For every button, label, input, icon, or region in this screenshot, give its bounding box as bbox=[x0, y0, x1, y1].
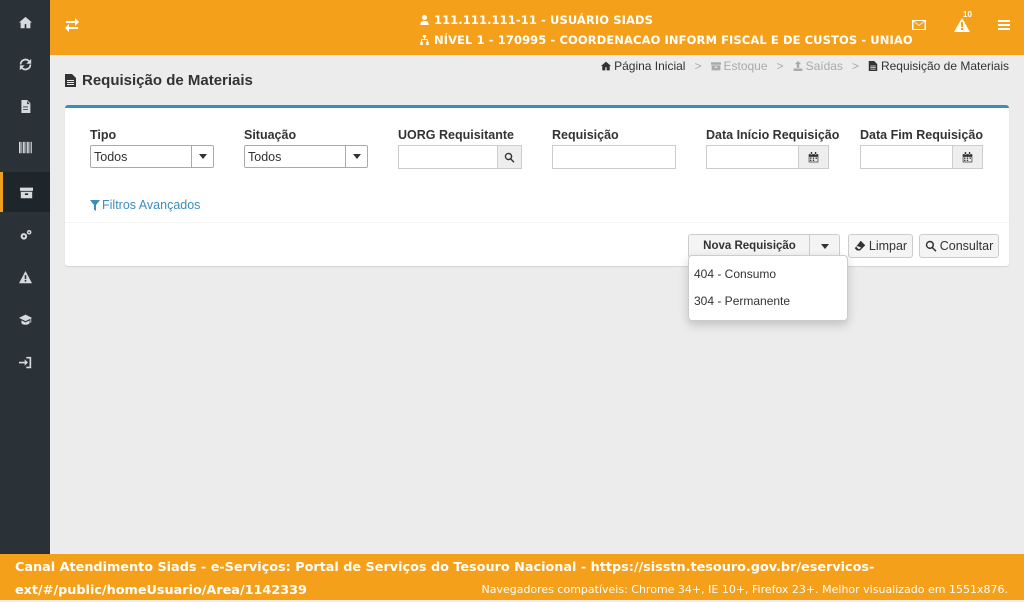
archive-icon bbox=[20, 187, 33, 198]
envelope-icon[interactable] bbox=[911, 17, 927, 33]
breadcrumb-current-label: Requisição de Materiais bbox=[880, 59, 1009, 73]
consultar-button[interactable]: Consultar bbox=[919, 234, 999, 258]
file-icon bbox=[65, 74, 76, 87]
sidebar bbox=[0, 0, 50, 554]
data-fim-calendar-button[interactable] bbox=[953, 145, 983, 169]
filter-icon bbox=[90, 199, 100, 211]
search-icon bbox=[925, 240, 937, 252]
data-fim-input[interactable] bbox=[860, 145, 953, 169]
sidebar-item-barcode[interactable] bbox=[0, 127, 50, 167]
cogs-icon bbox=[20, 229, 31, 240]
warning-icon bbox=[18, 270, 32, 283]
data-inicio-calendar-button[interactable] bbox=[799, 145, 829, 169]
sidebar-item-alerts[interactable] bbox=[0, 257, 50, 297]
sidebar-item-document[interactable] bbox=[0, 86, 50, 126]
requisicao-input[interactable] bbox=[552, 145, 676, 169]
home-icon bbox=[601, 61, 612, 71]
tipo-field: Tipo Todos bbox=[90, 128, 214, 168]
breadcrumb: Página Inicial > Estoque > Saídas > Requ… bbox=[601, 59, 1009, 73]
data-fim-field: Data Fim Requisição bbox=[860, 128, 983, 169]
filter-panel: Tipo Todos Situação Todos UORG Requisita… bbox=[65, 105, 1009, 266]
situacao-label: Situação bbox=[244, 128, 297, 142]
sidebar-item-logout[interactable] bbox=[0, 342, 50, 382]
limpar-label: Limpar bbox=[868, 239, 908, 253]
barcode-icon bbox=[18, 141, 32, 153]
refresh-icon bbox=[19, 58, 31, 70]
nova-requisicao-menu: 404 - Consumo 304 - Permanente bbox=[688, 255, 848, 321]
breadcrumb-home[interactable]: Página Inicial bbox=[601, 59, 685, 73]
user-name: 111.111.111-11 - USUÁRIO SIADS bbox=[434, 13, 654, 27]
breadcrumb-estoque[interactable]: Estoque bbox=[710, 59, 768, 73]
breadcrumb-saidas-label: Saídas bbox=[805, 59, 843, 73]
nova-requisicao-label: Nova Requisição bbox=[703, 240, 796, 252]
sitemap-icon bbox=[420, 35, 429, 45]
user-unit: NÍVEL 1 - 170995 - COORDENACAO INFORM FI… bbox=[434, 33, 913, 47]
footer: Canal Atendimento Siads - e-Serviços: Po… bbox=[0, 554, 1024, 600]
situacao-value: Todos bbox=[248, 150, 282, 164]
tipo-value: Todos bbox=[94, 150, 128, 164]
situacao-select[interactable]: Todos bbox=[244, 145, 368, 168]
file-icon bbox=[20, 99, 30, 113]
menu-item-consumo[interactable]: 404 - Consumo bbox=[694, 267, 776, 281]
advanced-filters-label: Filtros Avançados bbox=[102, 198, 201, 212]
consultar-label: Consultar bbox=[939, 239, 994, 253]
sign-in-icon bbox=[18, 356, 31, 368]
data-inicio-label: Data Início Requisição bbox=[706, 128, 840, 142]
situacao-field: Situação Todos bbox=[244, 128, 368, 168]
breadcrumb-separator: > bbox=[694, 59, 702, 73]
breadcrumb-separator: > bbox=[776, 59, 784, 73]
data-fim-label: Data Fim Requisição bbox=[860, 128, 983, 142]
sidebar-item-home[interactable] bbox=[0, 2, 50, 42]
exchange-icon[interactable] bbox=[64, 17, 80, 33]
calendar-icon bbox=[808, 151, 819, 162]
chevron-down-icon bbox=[345, 146, 367, 167]
home-icon bbox=[18, 16, 32, 28]
eraser-icon bbox=[854, 240, 866, 251]
sidebar-item-refresh[interactable] bbox=[0, 44, 50, 84]
sidebar-item-settings[interactable] bbox=[0, 215, 50, 255]
user-info: 111.111.111-11 - USUÁRIO SIADS NÍVEL 1 -… bbox=[420, 10, 913, 50]
sidebar-item-training[interactable] bbox=[0, 299, 50, 339]
breadcrumb-separator: > bbox=[851, 59, 859, 73]
warning-icon[interactable] bbox=[954, 17, 970, 33]
tipo-label: Tipo bbox=[90, 128, 117, 142]
limpar-button[interactable]: Limpar bbox=[848, 234, 913, 258]
search-icon bbox=[504, 152, 515, 163]
calendar-icon bbox=[962, 151, 973, 162]
tipo-select[interactable]: Todos bbox=[90, 145, 214, 168]
uorg-input[interactable] bbox=[398, 145, 498, 169]
uorg-field: UORG Requisitante bbox=[398, 128, 522, 169]
menu-icon[interactable] bbox=[996, 17, 1012, 33]
archive-icon bbox=[710, 62, 721, 71]
file-icon bbox=[868, 61, 878, 71]
page-title: Requisição de Materiais bbox=[65, 72, 253, 89]
breadcrumb-home-label: Página Inicial bbox=[614, 59, 686, 73]
uorg-label: UORG Requisitante bbox=[398, 128, 514, 142]
data-inicio-field: Data Início Requisição bbox=[706, 128, 839, 169]
upload-icon bbox=[793, 61, 802, 71]
uorg-search-button[interactable] bbox=[498, 145, 522, 169]
breadcrumb-current: Requisição de Materiais bbox=[868, 59, 1009, 73]
data-inicio-input[interactable] bbox=[706, 145, 799, 169]
breadcrumb-saidas[interactable]: Saídas bbox=[793, 59, 843, 73]
content-area: Requisição de Materiais Página Inicial >… bbox=[50, 55, 1024, 554]
top-bar: 111.111.111-11 - USUÁRIO SIADS NÍVEL 1 -… bbox=[50, 0, 1024, 55]
page-title-text: Requisição de Materiais bbox=[82, 72, 253, 89]
graduation-cap-icon bbox=[18, 314, 32, 325]
user-icon bbox=[420, 15, 429, 25]
breadcrumb-estoque-label: Estoque bbox=[723, 59, 768, 73]
menu-item-permanente[interactable]: 304 - Permanente bbox=[694, 294, 790, 308]
footer-compat-text: Navegadores compatíveis: Chrome 34+, IE … bbox=[481, 583, 1008, 596]
sidebar-item-archive[interactable] bbox=[0, 172, 50, 212]
chevron-down-icon bbox=[191, 146, 213, 167]
divider bbox=[65, 222, 1009, 223]
requisicao-label: Requisição bbox=[552, 128, 619, 142]
advanced-filters-link[interactable]: Filtros Avançados bbox=[90, 198, 200, 212]
requisicao-field: Requisição bbox=[552, 128, 676, 169]
